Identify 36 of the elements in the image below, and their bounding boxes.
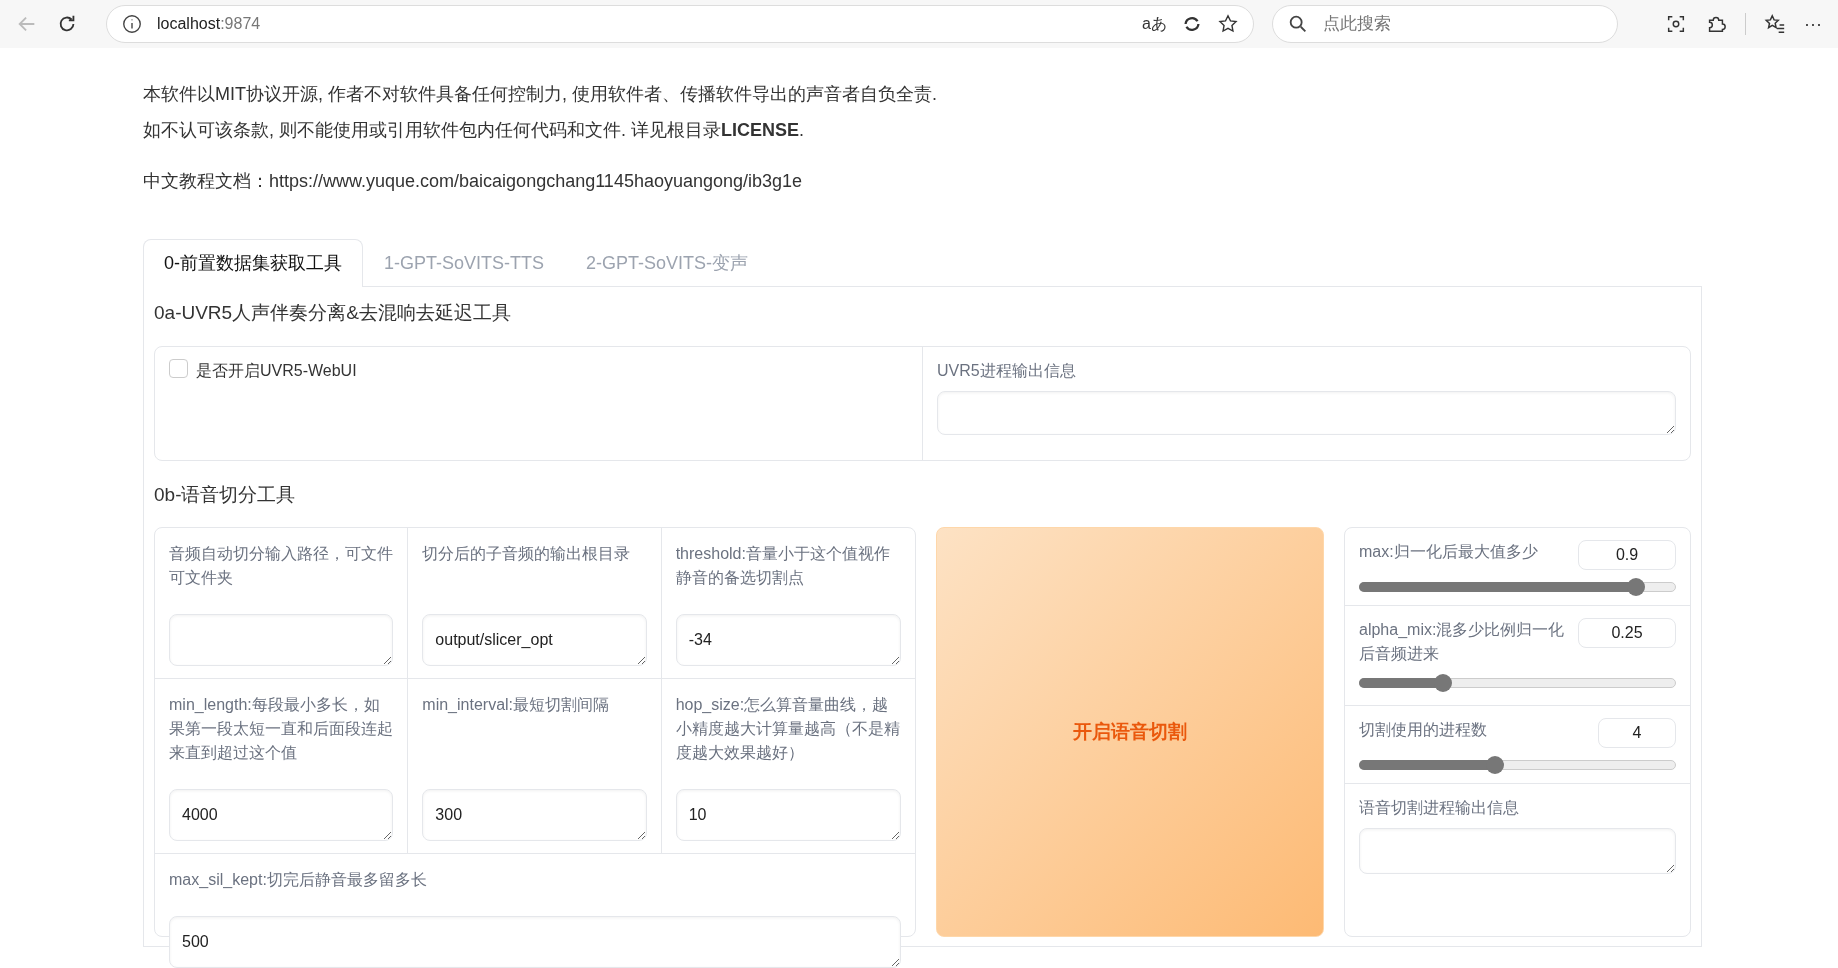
doc-label: 中文教程文档： — [143, 171, 269, 191]
input-field[interactable]: 300 — [422, 789, 647, 841]
section-title: 0a-UVR5人声伴奏分离&去混响去延迟工具 — [154, 301, 512, 325]
number-field[interactable]: 0.9 — [1578, 540, 1676, 570]
field-label: hop_size:怎么算音量曲线，越小精度越大计算量越高（不是精度越大效果越好） — [675, 695, 901, 763]
search-input[interactable]: 点此搜索 — [1321, 10, 1601, 38]
doc-link[interactable]: https://www.yuque.com/baicaigongchang1145haoyuangong/ib3g1e — [269, 171, 803, 191]
slider-label: max:归一化后最大值多少 — [1359, 542, 1538, 562]
field-label: UVR5进程输出信息 — [937, 360, 1077, 381]
url-host: localhost — [157, 15, 221, 32]
more-button[interactable]: ··· — [1804, 10, 1822, 38]
url-port: :9874 — [220, 15, 261, 32]
field-label: max_sil_kept:切完后静音最多留多长 — [169, 870, 428, 890]
tab[interactable]: 0-前置数据集获取工具 — [143, 239, 363, 287]
input-field[interactable]: 10 — [675, 789, 901, 841]
number-field[interactable]: 0.25 — [1578, 618, 1676, 648]
slider-label: 切割使用的进程数 — [1359, 720, 1487, 740]
section-title: 0b-语音切分工具 — [154, 482, 297, 507]
read-aloud-button[interactable]: aあ — [1142, 12, 1167, 36]
license-notice: 本软件以MIT协议开源, 作者不对软件具备任何控制力, 使用软件者、传播软件导出的声音者自负全责. — [143, 83, 938, 106]
address-bar[interactable]: localhost:9874 aあ — [106, 5, 1254, 43]
input-field[interactable]: 4000 — [169, 789, 394, 841]
field-label: 切分后的子音频的输出根目录 — [422, 544, 632, 564]
license-notice: 如不认可该条款, 则不能使用或引用软件包内任何代码和文件. 详见根目录LICENSE. — [143, 119, 806, 142]
field-label: 音频自动切分输入路径，可文件可文件夹 — [169, 544, 394, 588]
search-box[interactable]: 点此搜索 — [1272, 5, 1618, 43]
field-label: threshold:音量小于这个值视作静音的备选切割点 — [675, 544, 891, 588]
number-field[interactable]: 4 — [1598, 718, 1676, 748]
field-label: min_length:每段最小多长，如果第一段太短一直和后面段连起来直到超过这个值 — [169, 695, 394, 763]
checkbox-label: 是否开启UVR5-WebUI — [196, 360, 357, 381]
field-label: 语音切割进程输出信息 — [1359, 798, 1520, 818]
input-field[interactable]: output/slicer_opt — [422, 614, 647, 666]
input-field[interactable]: -34 — [675, 614, 901, 666]
input-field[interactable]: 500 — [169, 916, 901, 968]
slider-label: alpha_mix:混多少比例归一化后音频进来 — [1359, 620, 1566, 664]
field-label: min_interval:最短切割间隔 — [422, 695, 611, 715]
